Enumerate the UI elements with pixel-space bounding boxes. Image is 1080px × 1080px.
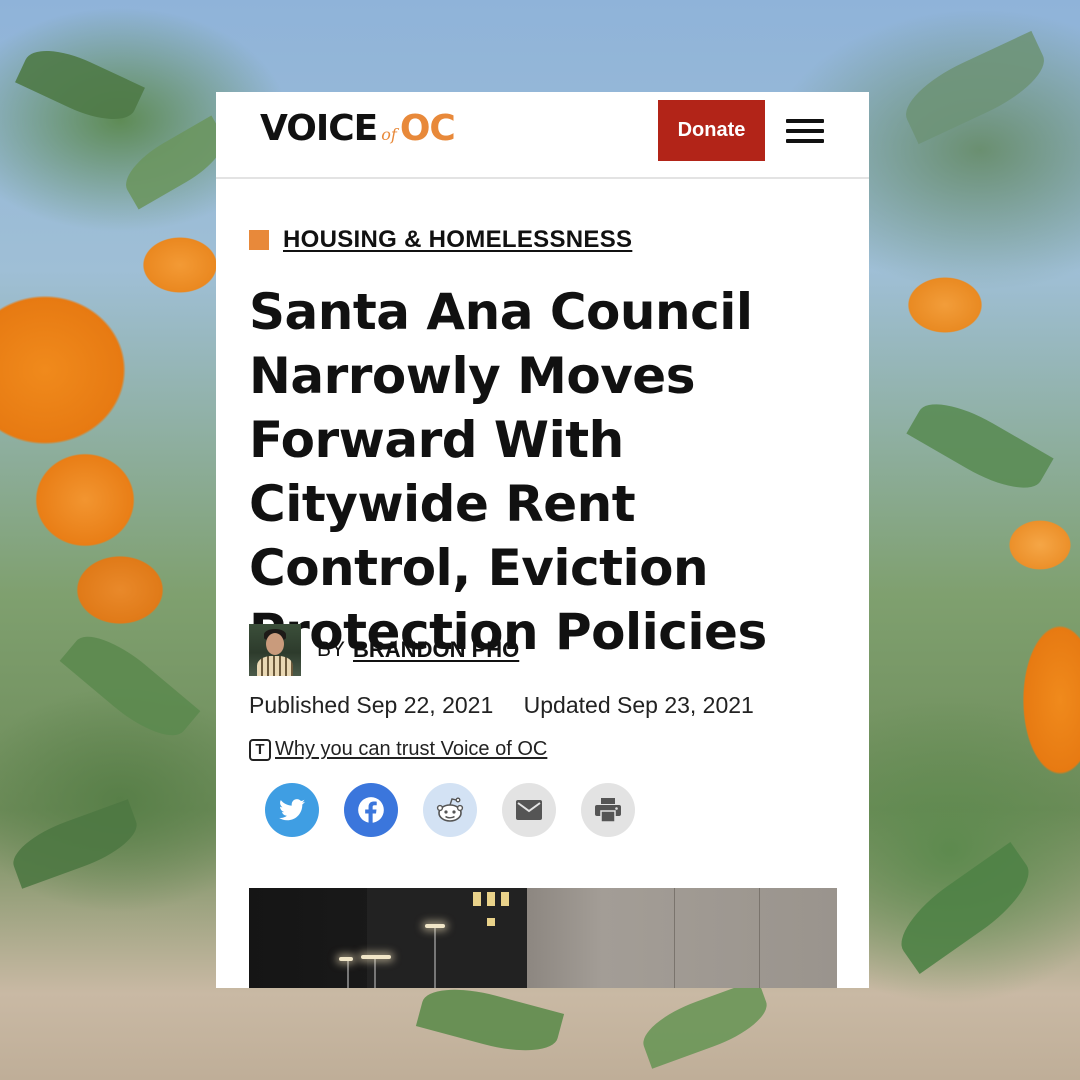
avatar-body [257, 656, 293, 676]
menu-bar [786, 129, 824, 133]
reddit-icon [436, 797, 464, 822]
author-avatar[interactable] [249, 624, 301, 676]
leaf-decoration [906, 388, 1054, 504]
trust-link[interactable]: Why you can trust Voice of OC [275, 738, 547, 761]
photo-window [501, 892, 509, 906]
photo-street-lamp [339, 957, 353, 961]
logo-voice-text: VOICE [260, 108, 378, 149]
leaf-decoration [59, 621, 201, 751]
photo-wall-seam [674, 888, 675, 988]
photo-lamp-pole [374, 958, 376, 988]
leaf-decoration [635, 979, 775, 1069]
trust-t-icon: T [249, 738, 271, 761]
trust-link-row[interactable]: T Why you can trust Voice of OC [249, 738, 547, 761]
voice-of-oc-logo[interactable]: VOICE of OC [260, 108, 456, 152]
logo-oc-text: OC [399, 108, 456, 149]
facebook-icon [358, 797, 384, 824]
article-hero-image [249, 888, 837, 988]
article-headline: Santa Ana Council Narrowly Moves Forward… [249, 283, 767, 661]
donate-button[interactable]: Donate [658, 100, 765, 161]
leaf-decoration [15, 36, 145, 134]
photo-street-lamp [425, 924, 445, 928]
leaf-decoration [415, 977, 565, 1063]
twitter-icon [279, 799, 305, 821]
print-share-button[interactable] [581, 783, 635, 837]
leaf-decoration [895, 30, 1055, 145]
printer-icon [595, 798, 621, 822]
photo-window [487, 892, 495, 906]
photo-wall-seam [759, 888, 760, 988]
photo-lamp-pole [347, 960, 349, 988]
email-share-button[interactable] [502, 783, 556, 837]
logo-of-text: of [381, 125, 397, 144]
facebook-share-button[interactable] [344, 783, 398, 837]
menu-bar [786, 139, 824, 143]
site-header: VOICE of OC Donate [216, 92, 869, 179]
avatar-face [266, 633, 284, 655]
published-date: Published Sep 22, 2021 [249, 692, 494, 718]
photo-lamp-pole [434, 928, 436, 988]
hamburger-menu-icon[interactable] [786, 118, 824, 146]
category-tag: HOUSING & HOMELESSNESS [249, 226, 632, 254]
menu-bar [786, 119, 824, 123]
photo-street-lamp [361, 955, 391, 959]
article-dates: Published Sep 22, 2021 Updated Sep 23, 2… [249, 692, 754, 719]
photo-window [487, 918, 495, 926]
share-buttons [265, 783, 660, 837]
envelope-icon [516, 800, 542, 820]
updated-date: Updated Sep 23, 2021 [523, 692, 754, 718]
byline-prefix: BY [317, 638, 346, 661]
category-link[interactable]: HOUSING & HOMELESSNESS [283, 226, 632, 254]
twitter-share-button[interactable] [265, 783, 319, 837]
reddit-share-button[interactable] [423, 783, 477, 837]
leaf-decoration [5, 799, 145, 889]
photo-window [473, 892, 481, 906]
byline: BY BRANDON PHO [249, 624, 519, 676]
leaf-decoration [887, 842, 1043, 974]
article-card: VOICE of OC Donate HOUSING & HOMELESSNES… [216, 92, 869, 988]
category-square-icon [249, 230, 269, 250]
author-link[interactable]: BRANDON PHO [353, 637, 519, 663]
